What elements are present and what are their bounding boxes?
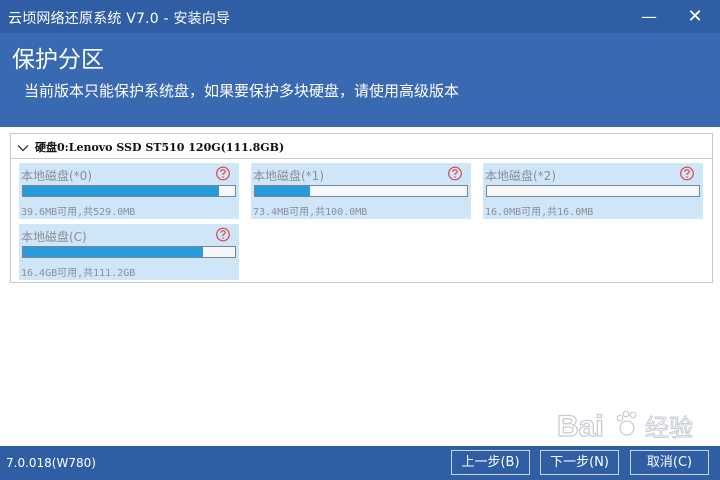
- help-icon[interactable]: [679, 166, 695, 182]
- usage-bar: [254, 185, 468, 197]
- window-title: 云顷网络还原系统 V7.0 - 安装向导: [8, 11, 231, 27]
- disk-panel: 硬盘0:Lenovo SSD ST510 120G(111.8GB) 本地磁盘(…: [10, 133, 713, 283]
- footer-bar: 7.0.018(W780) 上一步(B) 下一步(N) 取消(C): [0, 446, 720, 480]
- partition-name: 本地磁盘(*0): [21, 169, 92, 183]
- partition-card[interactable]: 本地磁盘(*0) 39.6MB可用,共529.0MB: [19, 163, 239, 219]
- partition-grid: 本地磁盘(*0) 39.6MB可用,共529.0MB 本地磁盘(*1) 73.4…: [11, 158, 712, 283]
- chevron-down-icon[interactable]: [17, 142, 29, 154]
- close-button[interactable]: ✕: [684, 7, 706, 27]
- partition-name: 本地磁盘(*2): [485, 169, 556, 183]
- installer-window: 云顷网络还原系统 V7.0 - 安装向导 — ✕ 保护分区 当前版本只能保护系统…: [0, 0, 720, 480]
- cancel-button[interactable]: 取消(C): [630, 450, 709, 475]
- usage-bar: [486, 185, 700, 197]
- usage-bar-fill: [23, 186, 220, 196]
- help-icon[interactable]: [215, 227, 231, 243]
- title-bar[interactable]: 云顷网络还原系统 V7.0 - 安装向导 — ✕: [0, 0, 720, 33]
- partition-info: 16.0MB可用,共16.0MB: [485, 207, 594, 218]
- minimize-button[interactable]: —: [638, 7, 660, 27]
- partition-card[interactable]: 本地磁盘(*2) 16.0MB可用,共16.0MB: [483, 163, 703, 219]
- help-icon[interactable]: [447, 166, 463, 182]
- disk-header[interactable]: 硬盘0:Lenovo SSD ST510 120G(111.8GB): [17, 139, 284, 155]
- version-label: 7.0.018(W780): [6, 456, 96, 470]
- usage-bar-fill: [255, 186, 311, 196]
- disk-label: 硬盘0:Lenovo SSD ST510 120G(111.8GB): [35, 141, 285, 154]
- usage-bar: [22, 185, 236, 197]
- partition-info: 16.4GB可用,共111.2GB: [21, 268, 136, 279]
- partition-name: 本地磁盘(C): [21, 230, 87, 244]
- help-icon[interactable]: [215, 166, 231, 182]
- paw-icon: [616, 410, 637, 436]
- watermark-logo-text2: 经验: [645, 414, 693, 442]
- page-title: 保护分区: [12, 47, 104, 73]
- partition-card[interactable]: 本地磁盘(*1) 73.4MB可用,共100.0MB: [251, 163, 471, 219]
- partition-info: 39.6MB可用,共529.0MB: [21, 207, 136, 218]
- partition-card[interactable]: 本地磁盘(C) 16.4GB可用,共111.2GB: [19, 224, 239, 280]
- usage-bar: [22, 246, 236, 258]
- header-banner: 保护分区 当前版本只能保护系统盘，如果要保护多块硬盘，请使用高级版本: [0, 33, 720, 127]
- page-subtitle: 当前版本只能保护系统盘，如果要保护多块硬盘，请使用高级版本: [24, 82, 460, 100]
- partition-name: 本地磁盘(*1): [253, 169, 324, 183]
- next-button[interactable]: 下一步(N): [540, 450, 619, 475]
- usage-bar-fill: [23, 247, 204, 257]
- partition-info: 73.4MB可用,共100.0MB: [253, 207, 368, 218]
- watermark-logo-text: Bai: [557, 410, 604, 443]
- back-button[interactable]: 上一步(B): [451, 450, 530, 475]
